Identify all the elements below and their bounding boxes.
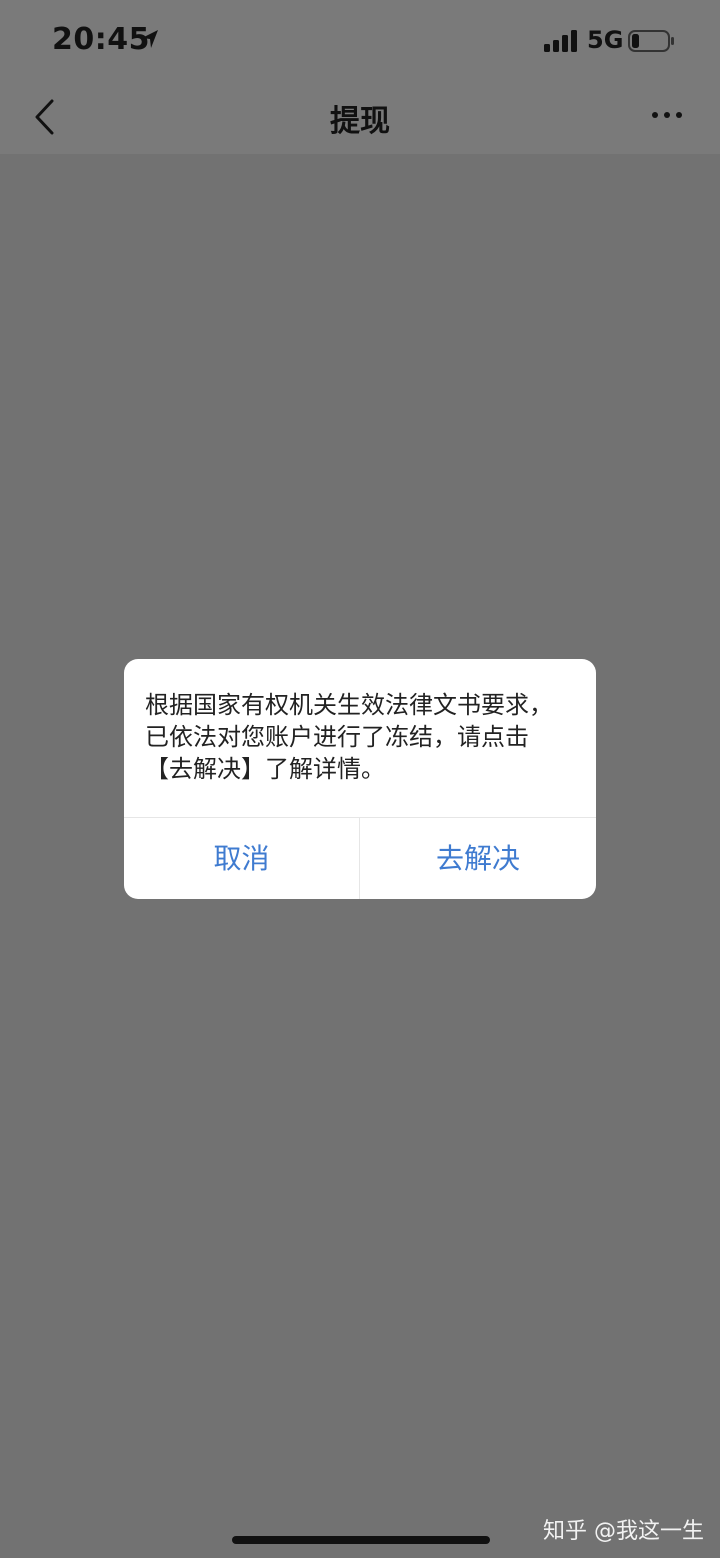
status-bar: 20:45 5G — [0, 0, 720, 80]
nav-bar: 提现 — [0, 80, 720, 154]
signal-bars-icon — [544, 30, 577, 52]
home-indicator[interactable] — [232, 1536, 490, 1544]
status-time: 20:45 — [52, 22, 150, 57]
cancel-button[interactable]: 取消 — [124, 818, 359, 899]
more-dots-icon[interactable] — [648, 108, 688, 122]
battery-icon — [628, 30, 674, 52]
page-title: 提现 — [330, 104, 390, 139]
alert-dialog: 根据国家有权机关生效法律文书要求，已依法对您账户进行了冻结，请点击【去解决】了解… — [124, 659, 596, 899]
location-arrow-icon — [142, 30, 158, 48]
resolve-button[interactable]: 去解决 — [360, 818, 596, 899]
dialog-message: 根据国家有权机关生效法律文书要求，已依法对您账户进行了冻结，请点击【去解决】了解… — [145, 691, 553, 783]
watermark: 知乎 @我这一生 — [543, 1519, 704, 1544]
network-type: 5G — [587, 26, 624, 54]
